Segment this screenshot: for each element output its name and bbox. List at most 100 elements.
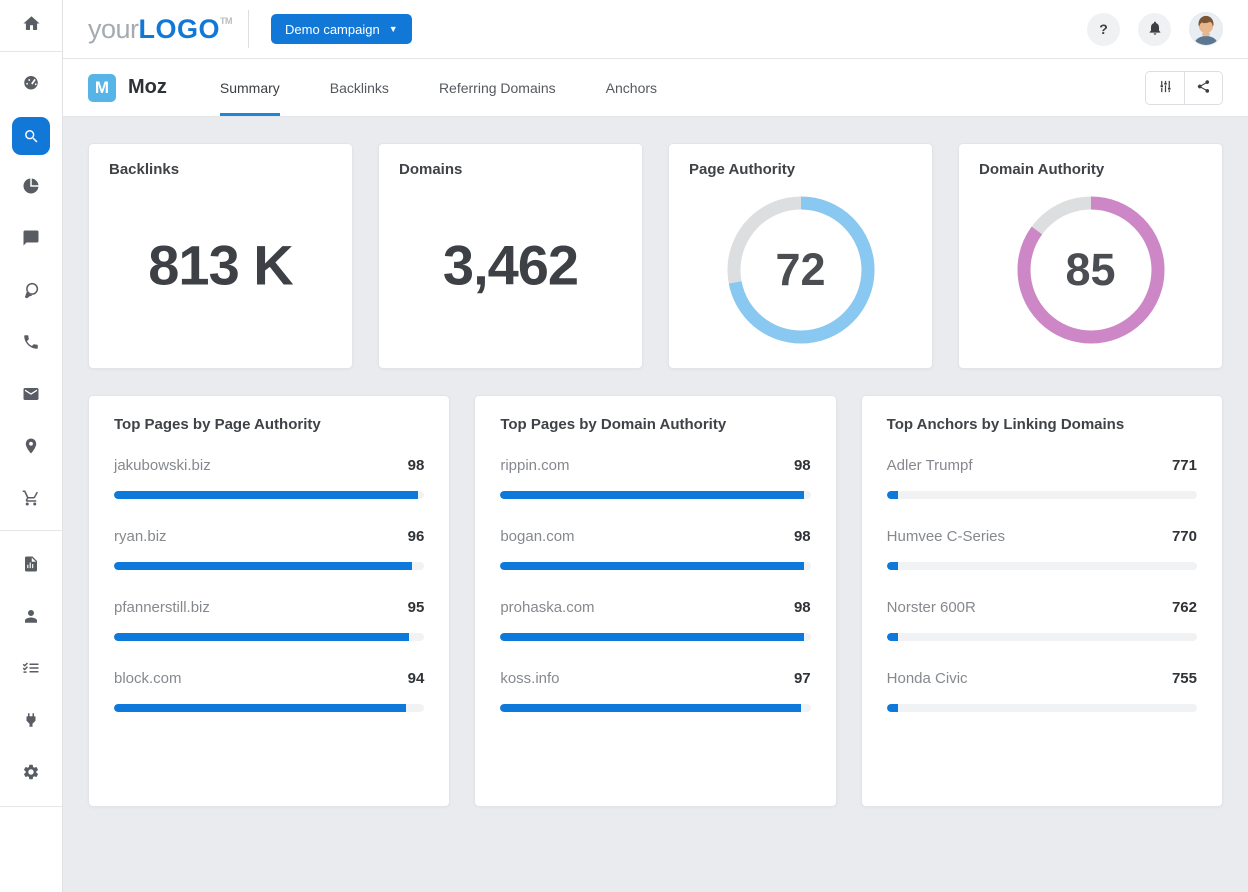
stat-card-domain-authority: Domain Authority 85 bbox=[958, 143, 1223, 369]
list-item-label: Honda Civic bbox=[887, 670, 968, 687]
search-icon bbox=[12, 117, 50, 155]
sidebar-item-account[interactable] bbox=[0, 592, 62, 644]
report-icon bbox=[22, 555, 40, 578]
tab-summary[interactable]: Summary bbox=[195, 59, 305, 116]
sidebar-item-ppc[interactable] bbox=[0, 266, 62, 318]
list-item: koss.info97 bbox=[500, 670, 810, 712]
list-item-label: rippin.com bbox=[500, 457, 569, 474]
list-item-value: 95 bbox=[408, 599, 425, 616]
sliders-icon bbox=[1158, 79, 1173, 97]
logo-tm: TM bbox=[220, 16, 232, 26]
sidebar-item-tasks[interactable] bbox=[0, 644, 62, 696]
list-card-top-pages-domain-authority: Top Pages by Domain Authority rippin.com… bbox=[474, 395, 836, 807]
list-item-value: 98 bbox=[408, 457, 425, 474]
logo-bold: LOGO bbox=[139, 14, 221, 45]
ppc-click-icon bbox=[22, 281, 40, 304]
list-item-label: pfannerstill.biz bbox=[114, 599, 210, 616]
avatar-image bbox=[1190, 13, 1222, 45]
checklist-icon bbox=[22, 659, 40, 682]
integration-brand: M Moz bbox=[88, 74, 167, 102]
sidebar-item-calls[interactable] bbox=[0, 318, 62, 370]
moz-logo-icon: M bbox=[88, 74, 116, 102]
top-header: yourLOGOTM Demo campaign ▼ ? bbox=[63, 0, 1248, 59]
sidebar-section-secondary bbox=[0, 531, 62, 807]
progress-bar-fill bbox=[114, 562, 412, 570]
list-item: jakubowski.biz98 bbox=[114, 457, 424, 499]
list-item-value: 98 bbox=[794, 457, 811, 474]
chat-icon bbox=[22, 229, 40, 252]
sidebar-item-email[interactable] bbox=[0, 370, 62, 422]
mail-icon bbox=[22, 385, 40, 408]
list-card-title: Top Pages by Domain Authority bbox=[500, 416, 810, 433]
gauge-icon bbox=[22, 73, 40, 96]
home-icon bbox=[22, 14, 41, 38]
list-cards-row: Top Pages by Page Authority jakubowski.b… bbox=[88, 395, 1223, 807]
sidebar-item-analytics[interactable] bbox=[0, 162, 62, 214]
list-item: block.com94 bbox=[114, 670, 424, 712]
list-item: Honda Civic755 bbox=[887, 670, 1197, 712]
sidebar-item-home[interactable] bbox=[0, 0, 62, 52]
share-icon bbox=[1196, 79, 1211, 97]
progress-bar-track bbox=[887, 562, 1197, 570]
list-item-label: ryan.biz bbox=[114, 528, 167, 545]
progress-bar-track bbox=[887, 491, 1197, 499]
sidebar-item-reports[interactable] bbox=[0, 540, 62, 592]
progress-bar-fill bbox=[500, 704, 801, 712]
help-button[interactable]: ? bbox=[1087, 13, 1120, 46]
list-item-label: Humvee C-Series bbox=[887, 528, 1005, 545]
cart-icon bbox=[22, 489, 40, 512]
progress-bar-track bbox=[500, 491, 810, 499]
list-item: prohaska.com98 bbox=[500, 599, 810, 641]
pie-chart-icon bbox=[22, 177, 40, 200]
gear-icon bbox=[22, 763, 40, 786]
progress-bar-fill bbox=[887, 562, 898, 570]
progress-bar-fill bbox=[114, 704, 406, 712]
stat-card-page-authority: Page Authority 72 bbox=[668, 143, 933, 369]
user-avatar[interactable] bbox=[1189, 12, 1223, 46]
list-item: Adler Trumpf771 bbox=[887, 457, 1197, 499]
tab-anchors[interactable]: Anchors bbox=[581, 59, 682, 116]
campaign-selector-button[interactable]: Demo campaign ▼ bbox=[271, 14, 412, 44]
list-item-label: bogan.com bbox=[500, 528, 574, 545]
chevron-down-icon: ▼ bbox=[389, 24, 398, 34]
list-card-top-anchors: Top Anchors by Linking Domains Adler Tru… bbox=[861, 395, 1223, 807]
help-label: ? bbox=[1099, 21, 1108, 37]
stat-card-title: Backlinks bbox=[109, 161, 332, 178]
stat-card-domains: Domains 3,462 bbox=[378, 143, 643, 369]
sidebar-item-search[interactable] bbox=[0, 110, 62, 162]
list-item-label: Norster 600R bbox=[887, 599, 976, 616]
share-button[interactable] bbox=[1184, 72, 1222, 104]
notifications-button[interactable] bbox=[1138, 13, 1171, 46]
progress-bar-track bbox=[114, 633, 424, 641]
sidebar-item-dashboard[interactable] bbox=[0, 58, 62, 110]
sidebar-item-settings[interactable] bbox=[0, 748, 62, 800]
filter-button[interactable] bbox=[1146, 72, 1184, 104]
list-item: rippin.com 98 bbox=[500, 457, 810, 499]
progress-bar-track bbox=[887, 633, 1197, 641]
stat-card-title: Domain Authority bbox=[979, 161, 1202, 178]
list-item-value: 97 bbox=[794, 670, 811, 687]
sidebar-item-integrations[interactable] bbox=[0, 696, 62, 748]
progress-bar-track bbox=[500, 704, 810, 712]
progress-bar-fill bbox=[500, 562, 804, 570]
stat-card-backlinks: Backlinks 813 K bbox=[88, 143, 353, 369]
header-divider bbox=[248, 10, 249, 48]
tab-referring-domains[interactable]: Referring Domains bbox=[414, 59, 581, 116]
integration-title: Moz bbox=[128, 76, 167, 99]
list-item-label: block.com bbox=[114, 670, 182, 687]
progress-bar-fill bbox=[500, 491, 804, 499]
sidebar-item-ecommerce[interactable] bbox=[0, 474, 62, 526]
sidebar-item-chat[interactable] bbox=[0, 214, 62, 266]
progress-bar-fill bbox=[500, 633, 804, 641]
sidebar-item-local[interactable] bbox=[0, 422, 62, 474]
list-item-value: 96 bbox=[408, 528, 425, 545]
bell-icon bbox=[1147, 20, 1163, 39]
tab-backlinks[interactable]: Backlinks bbox=[305, 59, 414, 116]
list-item: ryan.biz 96 bbox=[114, 528, 424, 570]
progress-bar-track bbox=[114, 704, 424, 712]
list-item: Humvee C-Series770 bbox=[887, 528, 1197, 570]
stat-value: 3,462 bbox=[379, 232, 642, 297]
list-item: pfannerstill.biz 95 bbox=[114, 599, 424, 641]
toolbar-actions bbox=[1145, 71, 1223, 105]
progress-bar-track bbox=[114, 562, 424, 570]
